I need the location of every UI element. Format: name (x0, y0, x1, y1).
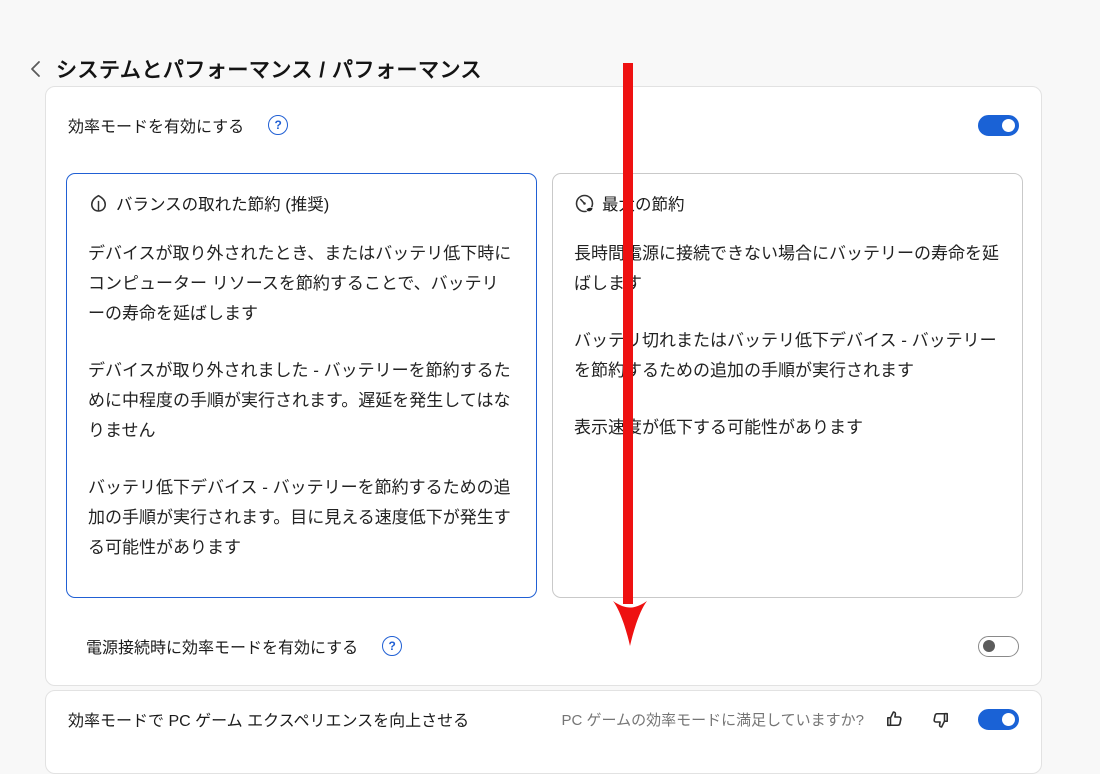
chevron-left-icon (30, 60, 41, 78)
thumbs-down-button[interactable] (927, 707, 952, 732)
mode-paragraph: バッテリ低下デバイス - バッテリーを節約するための追加の手順が実行されます。目… (88, 473, 515, 563)
plugged-in-efficiency-toggle[interactable] (978, 636, 1019, 657)
mode-paragraph: デバイスが取り外されたとき、またはバッテリ低下時にコンピューター リソースを節約… (88, 239, 515, 329)
enable-efficiency-toggle[interactable] (978, 115, 1019, 136)
mode-title-maximum: 最大の節約 (602, 191, 685, 215)
enable-efficiency-row: 効率モードを有効にする ? (46, 87, 1041, 163)
savings-mode-options: バランスの取れた節約 (推奨) デバイスが取り外されたとき、またはバッテリ低下時… (66, 173, 1023, 598)
toggle-knob (1002, 713, 1015, 726)
back-button[interactable] (24, 56, 46, 82)
help-icon[interactable]: ? (268, 115, 288, 135)
page-title: システムとパフォーマンス / パフォーマンス (56, 54, 482, 84)
mode-title-row: バランスの取れた節約 (推奨) (88, 191, 515, 215)
plugged-in-efficiency-label: 電源接続時に効率モードを有効にする (86, 634, 358, 658)
mode-paragraph: 長時間電源に接続できない場合にバッテリーの寿命を延ばします (574, 239, 1001, 299)
feedback-question: PC ゲームの効率モードに満足していますか? (562, 709, 864, 730)
thumbs-down-icon (927, 707, 952, 732)
enable-efficiency-label: 効率モードを有効にする (68, 113, 244, 137)
efficiency-mode-card: 効率モードを有効にする ? バランスの取れた節約 (推奨) デバイスが取り外され… (45, 86, 1042, 686)
mode-title-balanced: バランスの取れた節約 (推奨) (116, 191, 329, 215)
thumbs-up-icon (883, 707, 908, 732)
annotation-arrow-shaft (623, 63, 633, 604)
toggle-knob (983, 640, 995, 652)
mode-card-balanced-savings[interactable]: バランスの取れた節約 (推奨) デバイスが取り外されたとき、またはバッテリ低下時… (66, 173, 537, 598)
annotation-arrow-head-icon (613, 597, 647, 647)
mode-paragraph: バッテリ切れまたはバッテリ低下デバイス - バッテリーを節約するための追加の手順… (574, 326, 1001, 386)
mode-title-row: 最大の節約 (574, 191, 1001, 215)
plugged-in-efficiency-row: 電源接続時に効率モードを有効にする ? (46, 615, 1041, 677)
gauge-leaf-icon (574, 193, 595, 214)
pc-gaming-efficiency-card: 効率モードで PC ゲーム エクスペリエンスを向上させる PC ゲームの効率モー… (45, 690, 1042, 774)
pc-gaming-row: 効率モードで PC ゲーム エクスペリエンスを向上させる PC ゲームの効率モー… (46, 691, 1041, 747)
help-icon[interactable]: ? (382, 636, 402, 656)
thumbs-up-button[interactable] (883, 707, 908, 732)
pc-gaming-label: 効率モードで PC ゲーム エクスペリエンスを向上させる (68, 707, 469, 731)
mode-paragraph: デバイスが取り外されました - バッテリーを節約するために中程度の手順が実行され… (88, 356, 515, 446)
leaf-icon (88, 193, 109, 214)
edge-settings-performance-page: { "header": { "title": "システムとパフォーマンス / パ… (0, 0, 1100, 743)
mode-paragraph: 表示速度が低下する可能性があります (574, 413, 1001, 443)
toggle-knob (1002, 119, 1015, 132)
pc-gaming-toggle[interactable] (978, 709, 1019, 730)
